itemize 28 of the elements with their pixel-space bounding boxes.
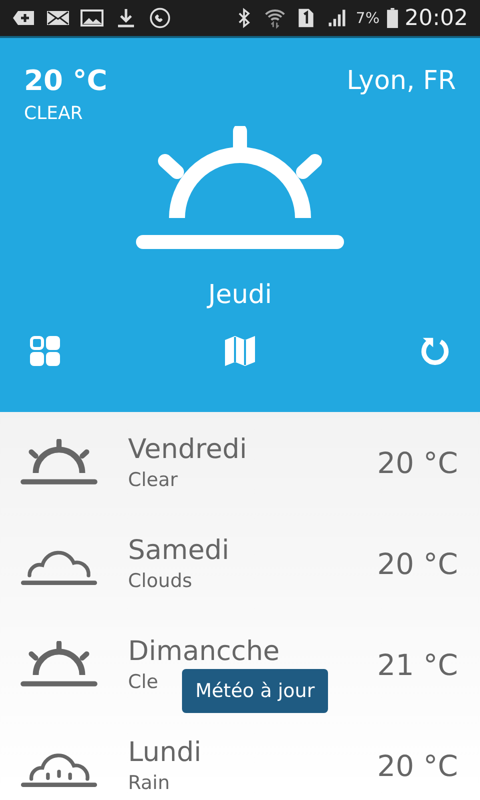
sunrise-icon <box>20 438 98 486</box>
battery-icon <box>386 8 398 28</box>
forecast-day: Samedi <box>128 535 230 566</box>
forecast-day: Lundi <box>128 737 202 768</box>
forecast-temperature: 20 °C <box>377 546 458 580</box>
location-name: Lyon, FR <box>346 66 456 98</box>
forecast-temperature: 20 °C <box>377 748 458 782</box>
image-icon <box>80 7 104 29</box>
battery-percentage: 7% <box>356 9 380 27</box>
forecast-condition: Cle <box>128 671 158 693</box>
clock-time: 20:02 <box>404 6 468 30</box>
forecast-day: Vendredi <box>128 434 247 465</box>
forecast-temperature: 20 °C <box>377 446 458 480</box>
current-condition: CLEAR <box>24 103 84 124</box>
forecast-condition: Clouds <box>128 570 192 592</box>
forecast-condition: Clear <box>128 469 178 491</box>
refresh-icon[interactable] <box>420 336 450 366</box>
phone-icon <box>148 7 172 29</box>
grid-icon[interactable] <box>30 336 60 366</box>
wifi-icon <box>262 7 287 29</box>
current-temperature: 20 °C <box>24 64 108 97</box>
current-day: Jeudi <box>24 280 456 310</box>
forecast-temperature: 21 °C <box>377 648 458 682</box>
forecast-day: Dimancche <box>128 636 280 667</box>
forecast-condition: Rain <box>128 772 170 794</box>
sunrise-icon <box>20 640 98 688</box>
map-icon[interactable] <box>225 336 255 366</box>
toast-message: Météo à jour <box>182 669 328 713</box>
